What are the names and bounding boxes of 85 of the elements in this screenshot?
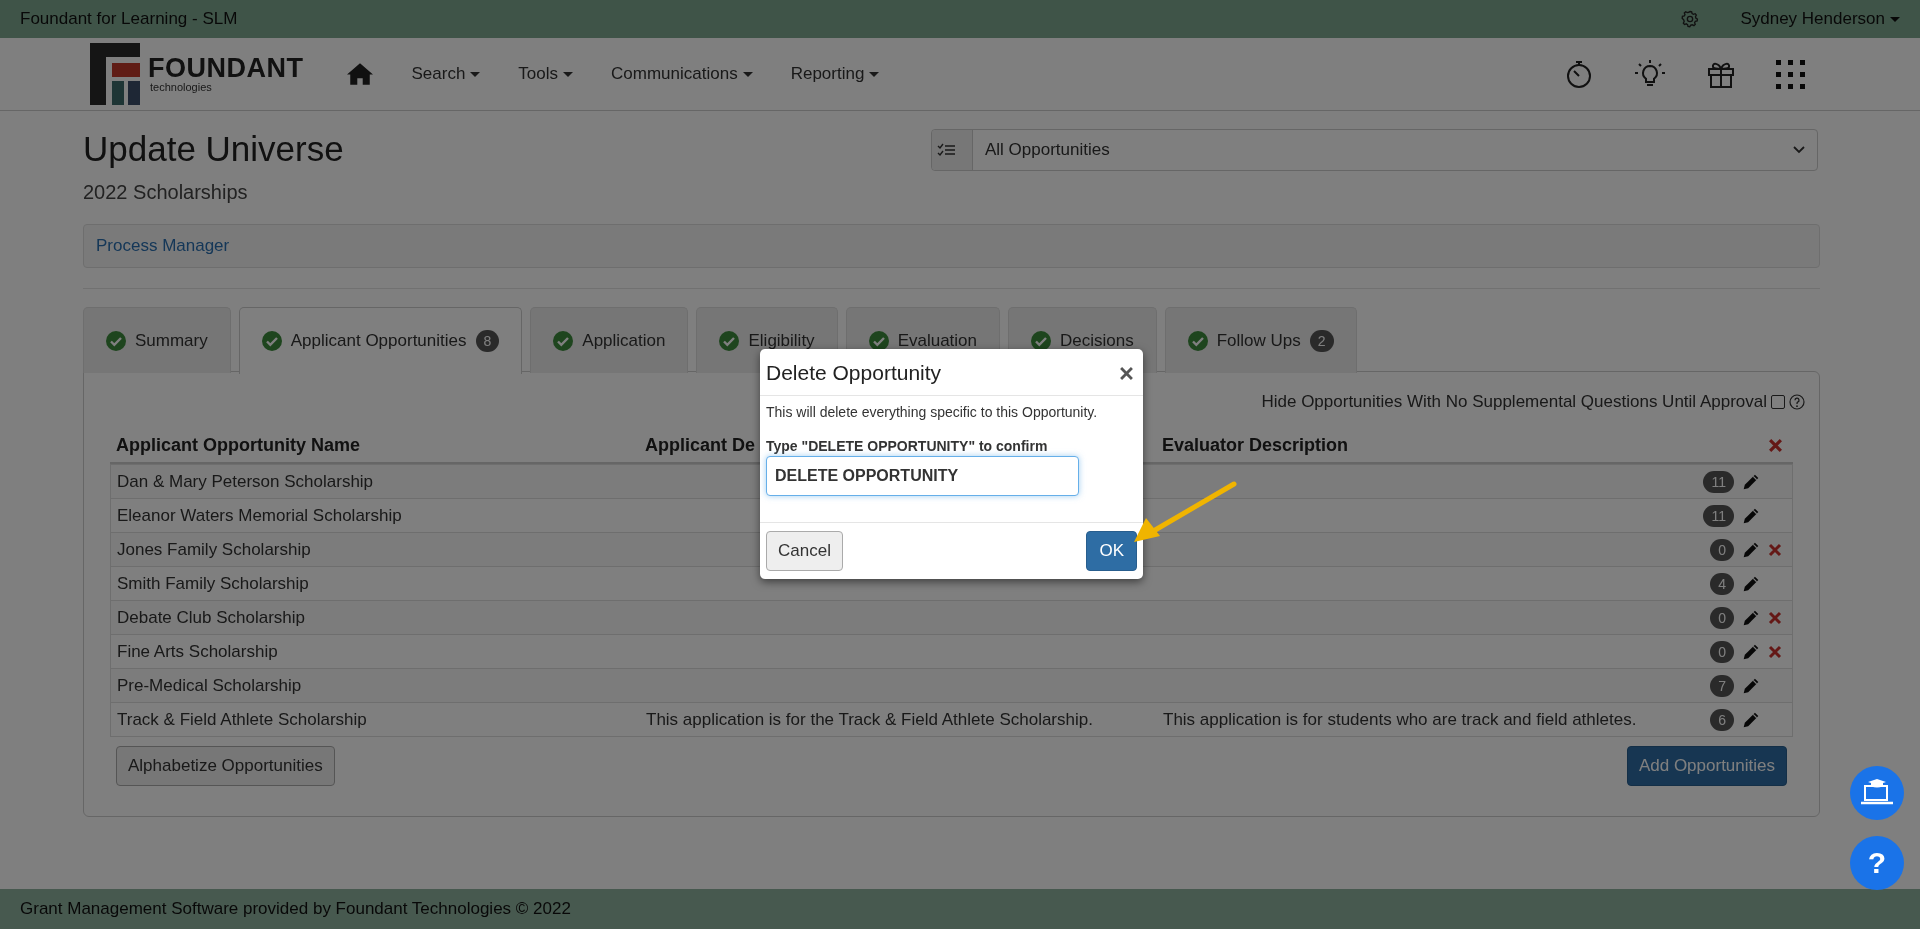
table-cell-text: Smith Family Scholarship [116,573,310,594]
tab-label: Summary [135,330,208,351]
tab-label: Application [582,330,666,351]
tab[interactable]: Application [530,307,689,373]
logo-icon [90,43,142,105]
edit-icon[interactable] [1742,608,1760,627]
delete-icon[interactable] [1768,644,1782,659]
dialog-message: This will delete everything specific to this Opportunity. [766,404,1099,420]
column-header: Applicant De [645,434,755,455]
check-circle-icon [553,330,574,351]
table-cell-text: Debate Club Scholarship [116,607,307,628]
column-header: Evaluator Description [1162,434,1349,455]
cancel-button[interactable]: Cancel [766,531,843,571]
stopwatch-icon[interactable] [1564,59,1594,89]
tab-label: Applicant Opportunities [290,331,467,351]
count-badge: 6 [1710,708,1734,731]
count-badge: 0 [1710,606,1734,629]
confirm-input[interactable]: DELETE OPPORTUNITY [766,456,1079,496]
count-badge: 11 [1703,504,1734,527]
close-icon[interactable] [1120,366,1133,380]
table-cell-text: Dan & Mary Peterson Scholarship [116,471,375,492]
tab-label: Decisions [1060,330,1134,351]
edit-icon[interactable] [1742,676,1760,695]
count-badge: 0 [1710,640,1734,663]
edit-icon[interactable] [1742,540,1760,559]
home-icon[interactable] [347,62,374,86]
tab[interactable]: Follow Ups 2 [1164,307,1357,373]
count-badge: 11 [1703,470,1734,493]
check-circle-icon [261,331,282,351]
footer-text: Grant Management Software provided by Foundant Technologies © 2022 [0,889,1920,929]
hide-option-checkbox[interactable] [1771,395,1785,409]
filter-value: All Opportunities [984,140,1111,160]
nav-menu[interactable]: Communications [611,64,753,84]
ok-button[interactable]: OK [1086,531,1137,571]
tab-label: Eligibility [748,330,815,351]
check-circle-icon [106,330,126,351]
tab[interactable]: Applicant Opportunities 8 [238,307,523,374]
table-cell-text: This application is for students who are track and field athletes. [1162,709,1638,730]
process-manager-link[interactable]: Process Manager [96,236,230,256]
nav-menu[interactable]: Search [411,64,481,84]
table-cell-text: Jones Family Scholarship [116,539,312,560]
checklist-icon [937,143,955,157]
column-header: Applicant Opportunity Name [116,434,360,455]
delete-icon[interactable] [1768,610,1782,625]
edit-icon[interactable] [1742,710,1760,729]
hide-option-label: Hide Opportunities With No Supplemental Questions Until Approval [1261,392,1767,412]
count-badge: 7 [1710,674,1734,697]
edit-icon[interactable] [1742,574,1760,593]
edit-icon[interactable] [1742,472,1760,491]
count-badge: 4 [1710,572,1734,595]
count-badge: 0 [1710,538,1734,561]
tab[interactable]: Summary [83,307,231,373]
count-badge: 8 [475,330,500,352]
add-opportunities-button[interactable]: Add Opportunities [1626,746,1787,786]
table-cell-text: Fine Arts Scholarship [116,641,279,662]
help-icon[interactable] [1789,394,1805,410]
delete-icon[interactable] [1768,542,1782,557]
table-cell-text: This application is for the Track & Field Athlete Scholarship. [645,709,1094,730]
check-circle-icon [719,330,740,351]
nav-menu[interactable]: Reporting [790,64,880,84]
logo-name: FOUNDANT [148,55,304,82]
edit-icon[interactable] [1742,506,1760,525]
table-cell-text: Eleanor Waters Memorial Scholarship [116,505,403,526]
table-cell-text: Track & Field Athlete Scholarship [116,709,368,730]
app-title: Foundant for Learning - SLM [20,9,238,29]
training-button[interactable] [1850,766,1904,820]
page-subtitle: 2022 Scholarships [83,181,249,204]
logo-tagline: technologies [150,82,213,93]
count-badge: 2 [1309,329,1334,352]
page-title: Update Universe [83,129,344,169]
confirm-label: Type "DELETE OPPORTUNITY" to confirm [766,438,1049,454]
table-cell-text: Pre-Medical Scholarship [116,675,303,696]
tab-label: Evaluation [897,330,977,351]
tab-label: Follow Ups [1216,330,1301,351]
edit-icon[interactable] [1742,642,1760,661]
delete-icon[interactable] [1768,437,1783,453]
user-menu[interactable]: Sydney Henderson [1740,9,1900,29]
nav-menu[interactable]: Tools [518,64,574,84]
check-circle-icon [1187,330,1208,351]
alphabetize-button[interactable]: Alphabetize Opportunities [116,746,335,786]
help-button[interactable]: ? [1850,836,1904,890]
filter-select[interactable]: All Opportunities [931,129,1818,171]
chevron-down-icon [1793,146,1805,154]
apps-grid-icon[interactable] [1776,59,1805,89]
lightbulb-icon[interactable] [1634,59,1666,89]
